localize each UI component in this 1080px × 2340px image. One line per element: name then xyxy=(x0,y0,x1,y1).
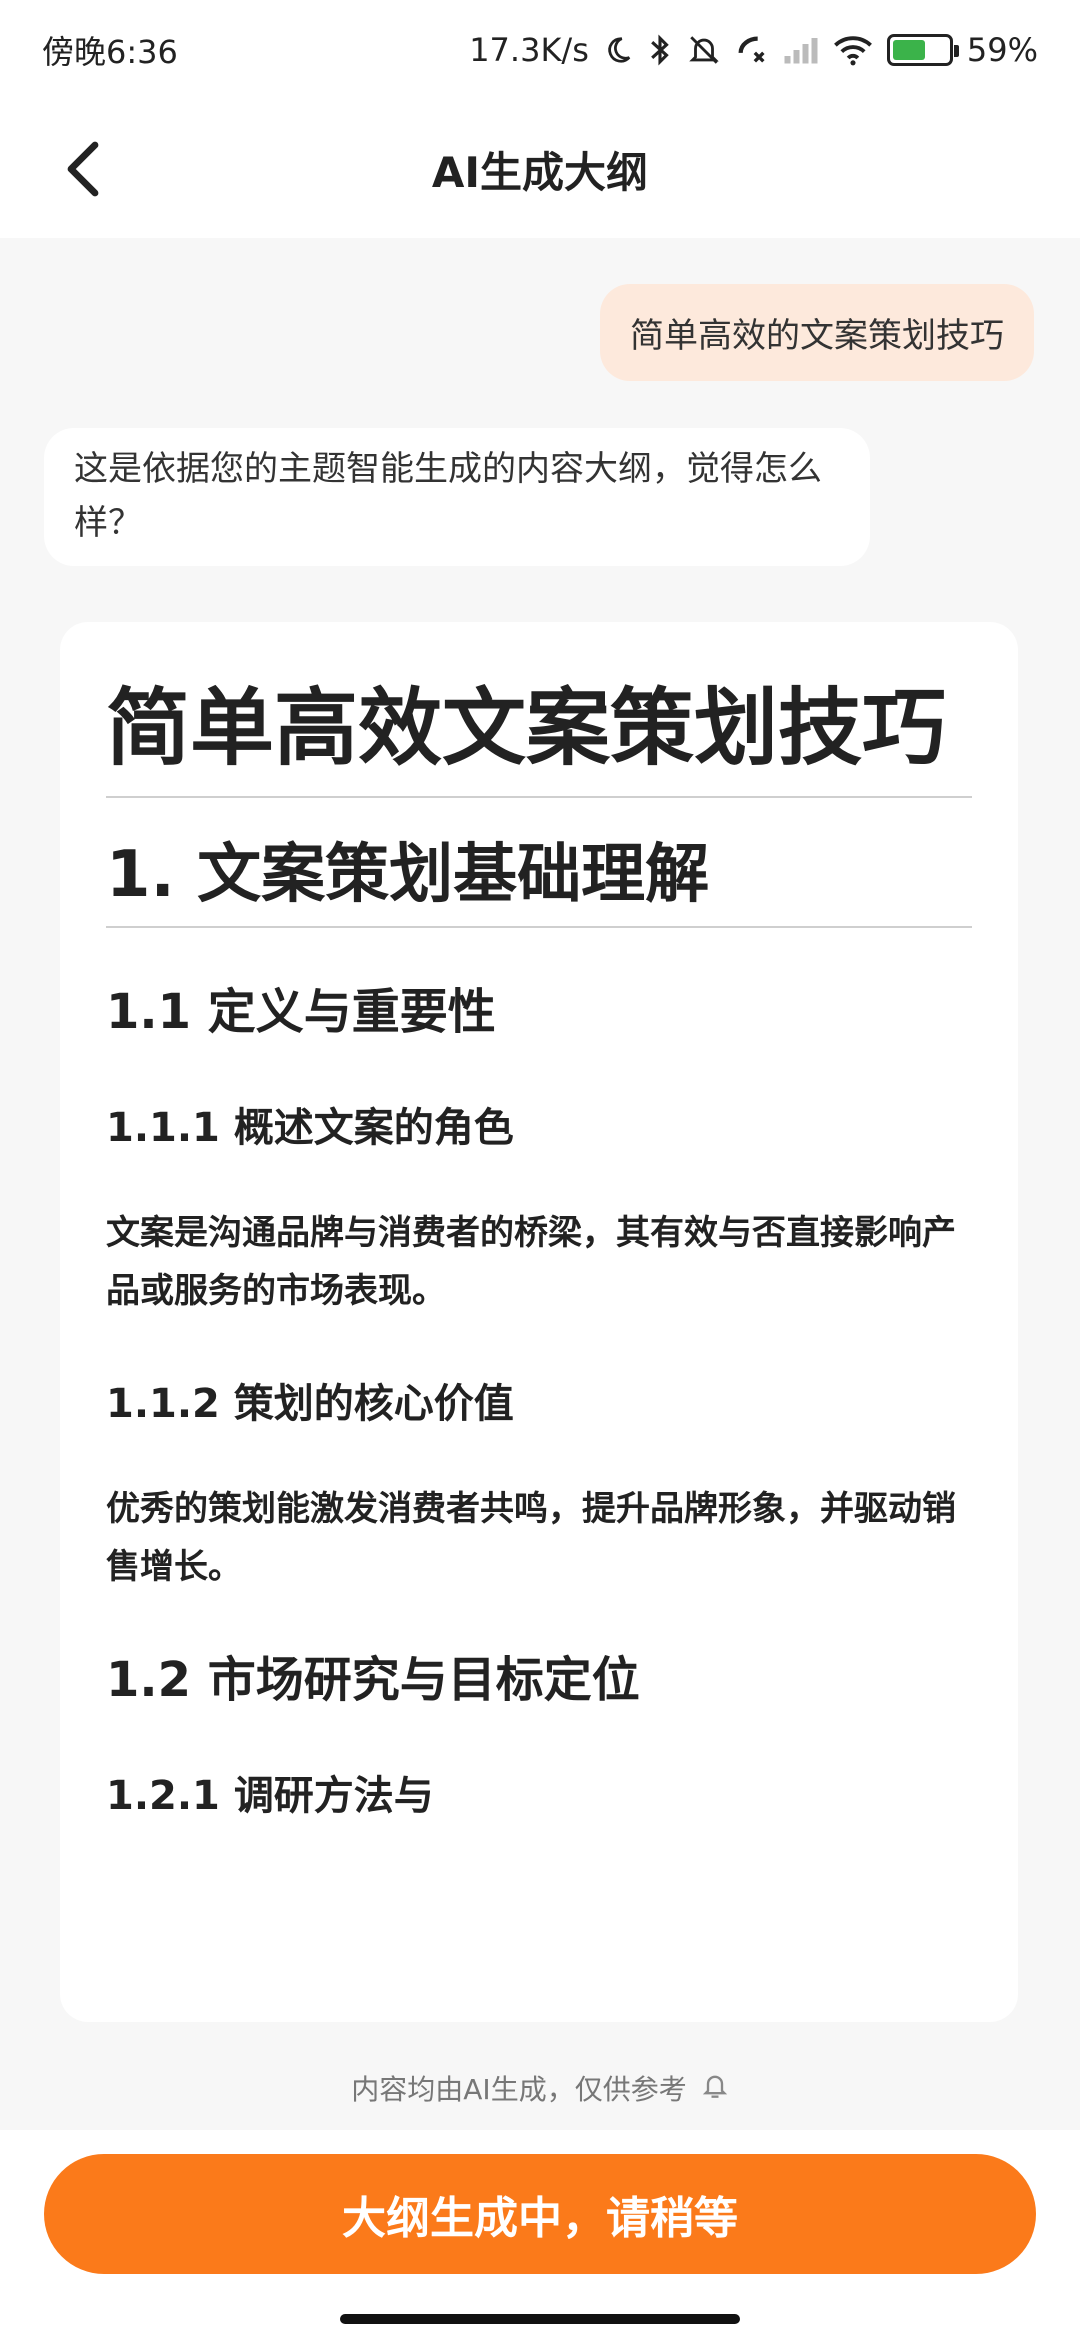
generating-button[interactable]: 大纲生成中，请稍等 xyxy=(44,2154,1036,2274)
outline-title: 简单高效文案策划技巧 xyxy=(106,672,972,798)
wifi-icon xyxy=(833,34,873,66)
mute-bell-icon xyxy=(687,33,721,67)
page-title: AI生成大纲 xyxy=(431,147,649,197)
bell-feedback-icon[interactable] xyxy=(701,2071,729,2106)
call-icon xyxy=(735,33,769,67)
status-bar: 傍晚6:36 17.3K/s 59% xyxy=(0,0,1080,100)
outline-item: 1.2.1 调研方法与 xyxy=(106,1773,434,1819)
outline-item: 优秀的策划能激发消费者共鸣，提升品牌形象，并驱动销售增长。 xyxy=(106,1489,956,1587)
disclaimer-text: 内容均由AI生成，仅供参考 xyxy=(351,2073,687,2106)
outline-item: 1.1.1 概述文案的角色 xyxy=(106,1105,514,1151)
bluetooth-icon xyxy=(647,33,673,67)
back-button[interactable] xyxy=(50,136,116,202)
home-indicator[interactable] xyxy=(340,2314,740,2324)
status-icons: 17.3K/s 59% xyxy=(469,31,1038,69)
chevron-left-icon xyxy=(67,141,99,197)
battery-icon xyxy=(886,34,959,66)
outline-item: 1.1.2 策划的核心价值 xyxy=(106,1381,514,1427)
disclaimer: 内容均由AI生成，仅供参考 xyxy=(0,2068,1080,2108)
signal-icon xyxy=(783,35,819,65)
status-time: 傍晚6:36 xyxy=(42,33,178,71)
outline-item: 文案是沟通品牌与消费者的桥梁，其有效与否直接影响产品或服务的市场表现。 xyxy=(106,1213,956,1311)
net-speed: 17.3K/s xyxy=(469,31,589,69)
header: AI生成大纲 xyxy=(0,100,1080,238)
ai-message-bubble: 这是依据您的主题智能生成的内容大纲，觉得怎么样？ xyxy=(44,428,870,566)
outline-item: 1.1 定义与重要性 xyxy=(106,984,496,1040)
moon-icon xyxy=(603,35,633,65)
outline-item: 1.2 市场研究与目标定位 xyxy=(106,1652,640,1708)
user-message-bubble: 简单高效的文案策划技巧 xyxy=(600,284,1034,381)
screen: 傍晚6:36 17.3K/s 59% AI生成大纲 简单高效的文案策划技巧 这是… xyxy=(0,0,1080,2340)
outline-card: 简单高效文案策划技巧 1. 文案策划基础理解 1.1 定义与重要性 1.1.1 … xyxy=(60,622,1018,2022)
bottom-bar: 大纲生成中，请稍等 xyxy=(0,2130,1080,2340)
battery-percent: 59% xyxy=(966,31,1038,69)
outline-section-heading: 1. 文案策划基础理解 xyxy=(106,830,972,928)
